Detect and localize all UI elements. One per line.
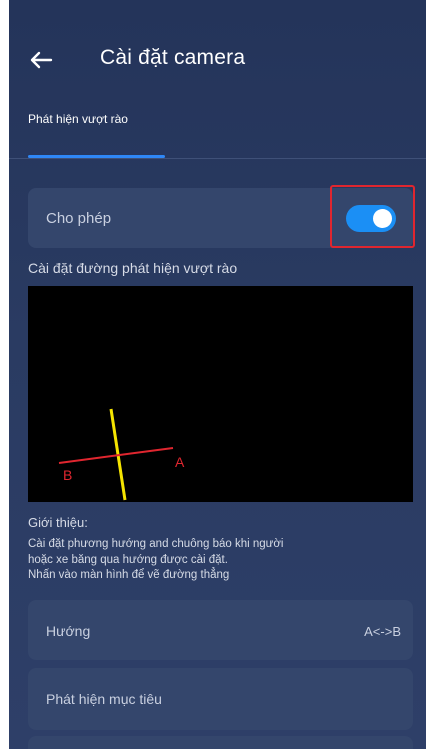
toggle-knob xyxy=(373,209,392,228)
direction-value: A<->B xyxy=(364,624,401,639)
line-setting-label: Cài đặt đường phát hiện vượt rào xyxy=(28,260,238,276)
intro-line: hoặc xe băng qua hướng được cài đặt. xyxy=(28,553,228,566)
intro-line: Cài đặt phương hướng and chuông báo khi … xyxy=(28,538,284,550)
target-detection-label: Phát hiện mục tiêu xyxy=(46,691,162,707)
intro-line: Nhấn vào màn hình để vẽ đường thẳng xyxy=(28,569,230,581)
back-arrow-icon[interactable] xyxy=(27,46,55,74)
intro-description: Cài đặt phương hướng and chuông báo khi … xyxy=(28,537,413,584)
allow-toggle[interactable] xyxy=(346,205,396,232)
target-detection-row[interactable]: Phát hiện mục tiêu xyxy=(28,668,413,730)
line-drawing-canvas[interactable]: A B xyxy=(28,286,413,502)
point-a-label: A xyxy=(175,454,185,470)
tab-divider xyxy=(9,158,426,159)
point-b-label: B xyxy=(63,467,72,483)
direction-row[interactable]: Hướng A<->B xyxy=(28,600,413,660)
page-title: Cài đặt camera xyxy=(100,46,246,69)
next-settings-row[interactable] xyxy=(28,736,413,749)
allow-label: Cho phép xyxy=(46,210,112,227)
direction-label: Hướng xyxy=(46,623,91,639)
tab-line-crossing-detection[interactable]: Phát hiện vượt rào xyxy=(28,112,128,126)
detection-line-drawing: A B xyxy=(58,408,185,501)
camera-settings-screen: Cài đặt camera Phát hiện vượt rào Cho ph… xyxy=(9,0,426,749)
intro-title: Giới thiệu: xyxy=(28,515,88,530)
